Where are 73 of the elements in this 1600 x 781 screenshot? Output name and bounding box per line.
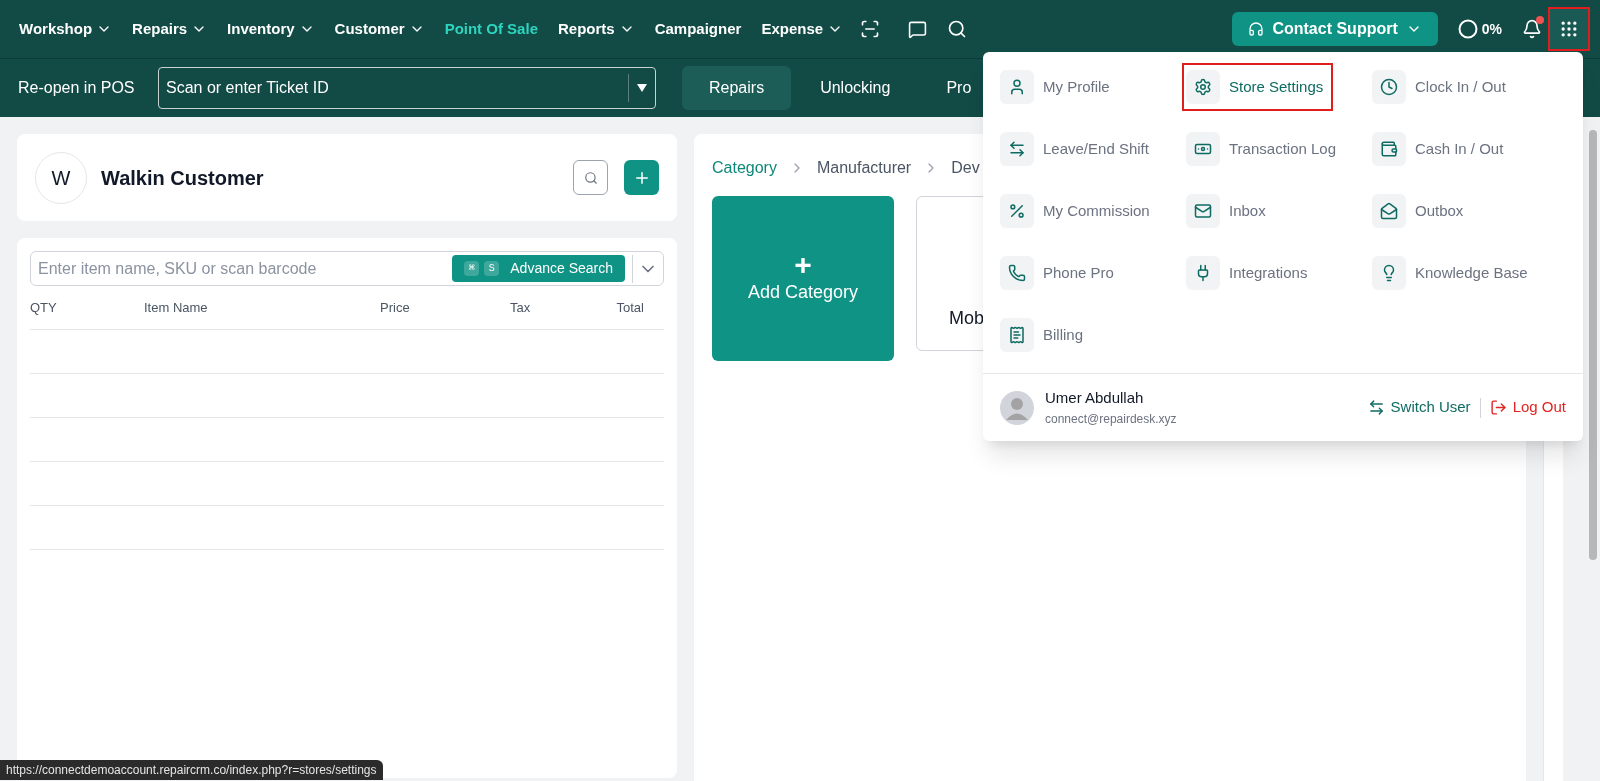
progress-ring-icon [1457, 19, 1478, 39]
column-header: Total [615, 298, 645, 317]
column-header: Price [380, 298, 411, 317]
menu-item[interactable]: Inbox [1186, 191, 1272, 231]
category-tab[interactable]: Unlocking [793, 66, 918, 110]
banknote-icon [1186, 132, 1220, 166]
customer-name: Walkin Customer [101, 165, 265, 191]
breadcrumb-link[interactable]: Category [712, 156, 777, 180]
contact-support-button[interactable]: Contact Support [1232, 12, 1438, 46]
menu-item[interactable]: Transaction Log [1186, 129, 1342, 169]
ticket-id-field[interactable]: Scan or enter Ticket ID [158, 67, 656, 109]
menu-item[interactable]: Clock In / Out [1372, 67, 1512, 107]
nav-menu-item[interactable]: Workshop [12, 9, 120, 49]
reopen-label: Re-open in POS [18, 78, 136, 98]
link-status-tooltip: https://connectdemoaccount.repaircrm.co/index.php?r=stores/settings [0, 760, 383, 780]
lightbulb-icon [1372, 256, 1406, 290]
breadcrumb-link[interactable]: Dev [951, 156, 980, 180]
person-icon [1000, 70, 1034, 104]
headset-icon [1248, 21, 1265, 37]
menu-item[interactable]: Outbox [1372, 191, 1470, 231]
column-header: Item Name [144, 298, 209, 317]
clock-icon [1372, 70, 1406, 104]
notification-bell-icon[interactable] [1522, 19, 1542, 39]
category-tab[interactable]: Pro [919, 66, 999, 110]
column-header: QTY [30, 298, 58, 317]
avatar-silhouette [1000, 390, 1034, 425]
progress-percent: 0% [1481, 19, 1502, 39]
menu-item[interactable]: Phone Pro [1000, 253, 1120, 293]
menu-item[interactable]: Billing [1000, 315, 1090, 355]
log-out-button[interactable]: Log Out [1489, 396, 1566, 419]
nav-menu-item[interactable]: Point Of Sale [437, 9, 545, 49]
user-email: connect@repairdesk.xyz [1045, 410, 1178, 428]
nav-menu-item[interactable]: Customer [327, 9, 432, 49]
column-header: Tax [510, 298, 532, 317]
menu-item[interactable]: Knowledge Base [1372, 253, 1534, 293]
advance-search-button[interactable]: ⌘ S Advance Search [452, 255, 625, 282]
item-search-field[interactable]: Enter item name, SKU or scan barcode ⌘ S Advance Search [30, 251, 664, 286]
search-icon [583, 170, 598, 185]
menu-item[interactable]: Integrations [1186, 253, 1314, 293]
add-category-tile[interactable]: + Add Category [712, 196, 894, 361]
nav-menu-item[interactable]: Reports [551, 9, 642, 49]
menu-item[interactable]: Cash In / Out [1372, 129, 1510, 169]
switch-user-button[interactable]: Switch User [1367, 396, 1471, 419]
breadcrumb-link[interactable]: Manufacturer [816, 156, 912, 180]
shortcut-key: S [484, 261, 500, 276]
category-tab[interactable]: Repairs [682, 66, 792, 110]
nav-menu-item[interactable]: Repairs [125, 9, 215, 49]
shortcut-key: ⌘ [464, 261, 480, 276]
percent-icon [1000, 194, 1034, 228]
receipt-icon [1000, 318, 1034, 352]
nav-menu-item[interactable]: Campaigner [647, 9, 749, 49]
arrows-icon [1000, 132, 1034, 166]
nav-menu-item[interactable]: Expense [754, 9, 851, 49]
menu-item[interactable]: My Profile [1000, 67, 1116, 107]
mail-icon [1186, 194, 1220, 228]
wallet-icon [1372, 132, 1406, 166]
chat-icon[interactable] [908, 19, 928, 39]
settings-icon [1186, 70, 1220, 104]
plug-icon [1186, 256, 1220, 290]
nav-menu-item[interactable]: Inventory [220, 9, 322, 49]
open-mail-icon [1372, 194, 1406, 228]
menu-item[interactable]: Leave/End Shift [1000, 129, 1155, 169]
log-out-icon [1489, 399, 1507, 416]
menu-item[interactable]: My Commission [1000, 191, 1156, 231]
phone-icon [1000, 256, 1034, 290]
scan-icon[interactable] [860, 19, 881, 39]
apps-grid-icon [1559, 19, 1579, 39]
add-customer-button[interactable] [624, 160, 659, 195]
arrows-icon [1367, 399, 1385, 416]
search-icon[interactable] [947, 19, 968, 39]
user-name: Umer Abdullah [1045, 388, 1145, 409]
apps-grid-button[interactable] [1550, 9, 1588, 49]
menu-item[interactable]: Store Settings [1186, 67, 1330, 107]
